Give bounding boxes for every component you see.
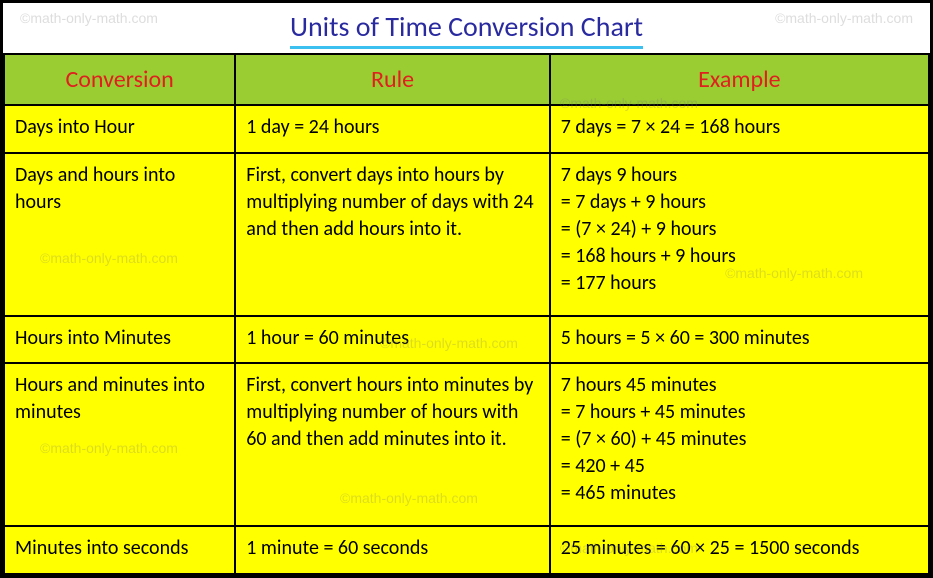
cell-example: 25 minutes = 60 × 25 = 1500 seconds — [550, 526, 929, 574]
cell-rule: First, convert hours into minutes by mul… — [235, 363, 550, 526]
page-title: Units of Time Conversion Chart — [290, 9, 643, 49]
header-rule: Rule — [235, 54, 550, 105]
cell-conversion: Minutes into seconds — [4, 526, 235, 574]
header-conversion: Conversion — [4, 54, 235, 105]
title-area: Units of Time Conversion Chart — [3, 3, 930, 53]
table-row: Minutes into seconds 1 minute = 60 secon… — [4, 526, 929, 574]
table-row: Days and hours into hours First, convert… — [4, 153, 929, 316]
header-row: Conversion Rule Example — [4, 54, 929, 105]
cell-example: 5 hours = 5 × 60 = 300 minutes — [550, 316, 929, 364]
conversion-table: Conversion Rule Example Days into Hour 1… — [3, 53, 930, 575]
cell-example: 7 days 9 hours = 7 days + 9 hours = (7 ×… — [550, 153, 929, 316]
cell-conversion: Hours and minutes into minutes — [4, 363, 235, 526]
cell-rule: 1 hour = 60 minutes — [235, 316, 550, 364]
cell-rule: 1 day = 24 hours — [235, 105, 550, 153]
chart-container: Units of Time Conversion Chart Conversio… — [0, 0, 933, 578]
cell-example: 7 days = 7 × 24 = 168 hours — [550, 105, 929, 153]
table-row: Hours and minutes into minutes First, co… — [4, 363, 929, 526]
cell-rule: First, convert days into hours by multip… — [235, 153, 550, 316]
table-row: Days into Hour 1 day = 24 hours 7 days =… — [4, 105, 929, 153]
table-row: Hours into Minutes 1 hour = 60 minutes 5… — [4, 316, 929, 364]
cell-example: 7 hours 45 minutes = 7 hours + 45 minute… — [550, 363, 929, 526]
header-example: Example — [550, 54, 929, 105]
cell-conversion: Hours into Minutes — [4, 316, 235, 364]
cell-conversion: Days and hours into hours — [4, 153, 235, 316]
cell-conversion: Days into Hour — [4, 105, 235, 153]
cell-rule: 1 minute = 60 seconds — [235, 526, 550, 574]
